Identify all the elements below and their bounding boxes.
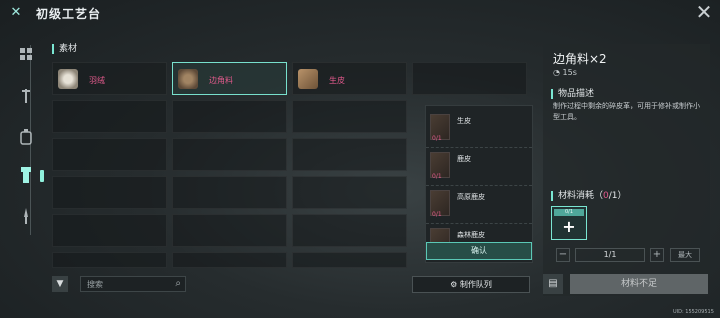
knife-icon xyxy=(24,208,28,224)
dropdown-item-name: 鹿皮 xyxy=(457,155,471,163)
description-text: 制作过程中剩余的碎皮革，可用于修补或制作小型工具。 xyxy=(553,102,700,121)
flashlight-icon xyxy=(21,167,31,183)
search-box: ⌕ xyxy=(80,276,186,292)
minus-icon: − xyxy=(558,249,568,260)
empty-slot[interactable] xyxy=(52,214,167,247)
material-name: 边角料 xyxy=(209,76,233,85)
sidebar-item-flashlight[interactable] xyxy=(14,164,38,186)
grid-icon xyxy=(20,48,32,60)
clipboard-icon: ▤ xyxy=(548,278,558,289)
material-name: 羽绒 xyxy=(89,76,105,85)
empty-slot[interactable] xyxy=(172,176,287,209)
material-icon xyxy=(58,69,78,89)
craft-queue-label: 制作队列 xyxy=(459,280,492,289)
material-icon xyxy=(298,69,318,89)
clock-icon: ◔ xyxy=(553,68,560,77)
quantity-value: 1/1 xyxy=(575,248,645,262)
gear-icon: ⚙ xyxy=(450,280,458,289)
material-cost-label: 材料消耗（0/1） xyxy=(551,191,627,201)
empty-slot[interactable] xyxy=(172,252,287,268)
inventory-button[interactable]: ▤ xyxy=(543,274,563,294)
empty-slot[interactable] xyxy=(172,138,287,171)
empty-slot[interactable] xyxy=(292,138,407,171)
empty-slot[interactable] xyxy=(52,176,167,209)
dropdown-item-count: 0/1 xyxy=(432,173,442,180)
sidebar-item-canister[interactable] xyxy=(14,126,38,148)
item-title: 边角料×2 xyxy=(553,52,607,66)
craft-time: ◔ 15s xyxy=(553,68,577,77)
empty-slot[interactable] xyxy=(292,176,407,209)
sidebar-item-knife[interactable] xyxy=(14,205,38,227)
empty-slot[interactable] xyxy=(292,214,407,247)
add-material-slot[interactable]: 0/1 + xyxy=(551,206,587,240)
crossed-tools-icon: ✕ xyxy=(10,5,22,20)
dropdown-item-name: 高原鹿皮 xyxy=(457,193,485,201)
slot-tag: 0/1 xyxy=(554,209,584,216)
empty-slot[interactable] xyxy=(172,214,287,247)
craft-button[interactable]: 材料不足 xyxy=(570,274,708,294)
search-icon[interactable]: ⌕ xyxy=(175,278,181,289)
materials-section-label: 素材 xyxy=(52,44,77,54)
confirm-button[interactable]: 确认 xyxy=(426,242,532,260)
craft-time-value: 15s xyxy=(562,68,577,77)
uid-label: UID: 155209515 xyxy=(673,309,714,315)
filter-button[interactable]: ▼ xyxy=(52,276,68,292)
material-slot[interactable]: 羽绒 xyxy=(52,62,167,95)
quantity-increase-button[interactable]: + xyxy=(650,248,664,262)
dropdown-item[interactable]: 0/1 高原鹿皮 xyxy=(426,186,532,224)
sidebar-item-wrench[interactable] xyxy=(14,85,38,107)
close-icon: ✕ xyxy=(695,0,713,24)
dropdown-item-name: 生皮 xyxy=(457,117,471,125)
empty-slot[interactable] xyxy=(52,138,167,171)
max-quantity-button[interactable]: 最大 xyxy=(670,248,700,262)
cost-label-prefix: 材料消耗（ xyxy=(558,191,604,201)
material-name: 生皮 xyxy=(329,76,345,85)
empty-slot[interactable] xyxy=(52,100,167,133)
dropdown-item-count: 0/1 xyxy=(432,211,442,218)
dropdown-item[interactable]: 0/1 生皮 xyxy=(426,110,532,148)
canister-icon xyxy=(20,129,32,145)
plus-icon: + xyxy=(652,249,662,260)
empty-slot[interactable] xyxy=(412,62,527,95)
filter-icon: ▼ xyxy=(56,279,64,289)
empty-slot[interactable] xyxy=(292,252,407,268)
empty-slot[interactable] xyxy=(292,100,407,133)
search-input[interactable] xyxy=(87,278,167,290)
description-label: 物品描述 xyxy=(551,89,594,99)
close-button[interactable]: ✕ xyxy=(694,0,714,24)
material-icon xyxy=(178,69,198,89)
dropdown-item-name: 森林鹿皮 xyxy=(457,231,485,239)
dropdown-item-count: 0/1 xyxy=(432,135,442,142)
sidebar-active-indicator xyxy=(40,170,44,182)
empty-slot[interactable] xyxy=(172,100,287,133)
material-slot[interactable]: 边角料 xyxy=(172,62,287,95)
page-title: 初级工艺台 xyxy=(36,7,102,21)
sidebar-item-grid[interactable] xyxy=(14,43,38,65)
dropdown-item[interactable]: 0/1 鹿皮 xyxy=(426,148,532,186)
cost-label-suffix: /1） xyxy=(608,191,627,201)
material-slot[interactable]: 生皮 xyxy=(292,62,407,95)
craft-queue-button[interactable]: ⚙ 制作队列 xyxy=(412,276,530,293)
material-dropdown: 0/1 生皮 0/1 鹿皮 0/1 高原鹿皮 森林鹿皮 xyxy=(425,105,533,263)
empty-slot[interactable] xyxy=(52,252,167,268)
plus-icon: + xyxy=(562,217,576,236)
quantity-decrease-button[interactable]: − xyxy=(556,248,570,262)
wrench-icon xyxy=(22,89,30,103)
